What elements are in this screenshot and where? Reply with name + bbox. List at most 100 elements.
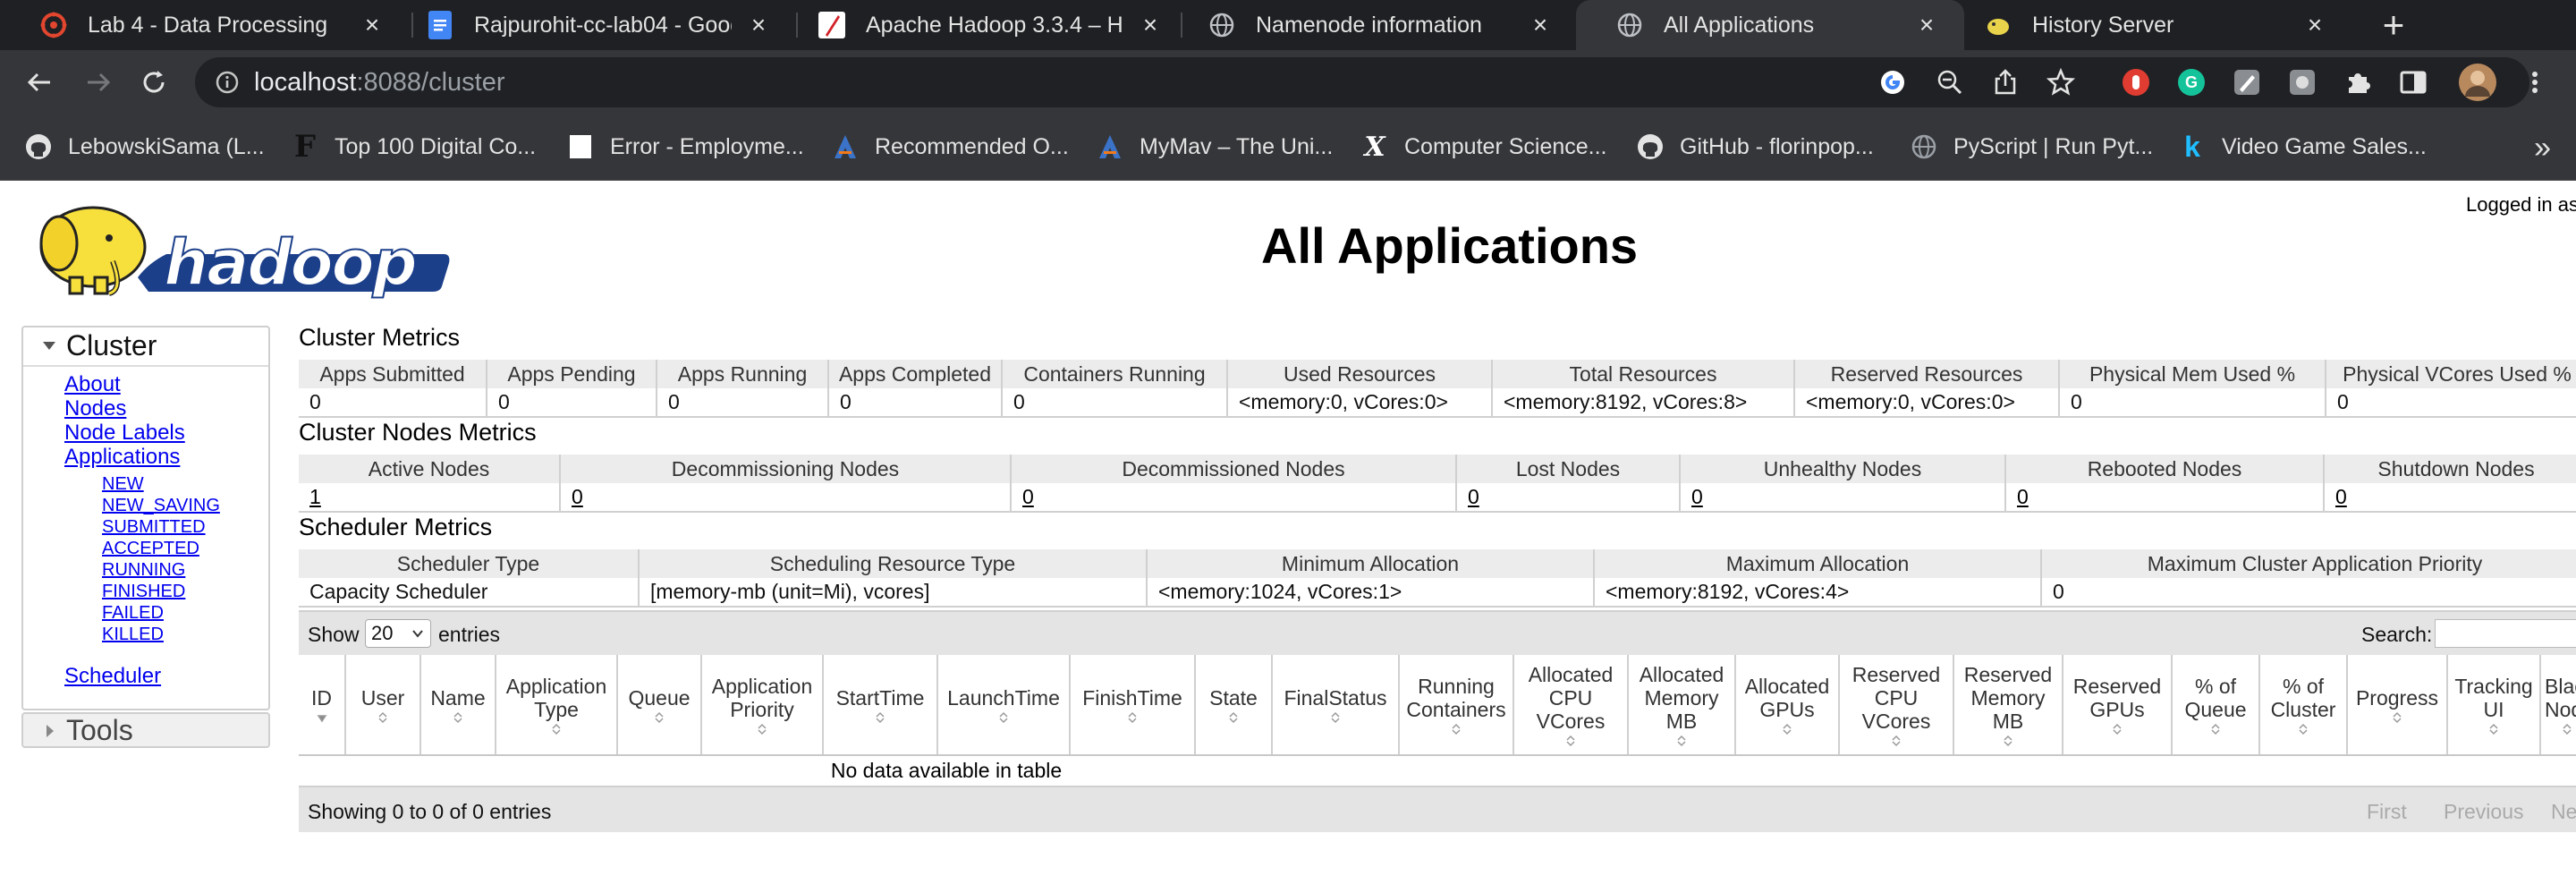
close-icon[interactable]: × [741, 7, 776, 43]
cluster-section-header[interactable]: Cluster [23, 327, 268, 367]
column-header-sortable[interactable]: Allocated Memory MB [1628, 655, 1736, 756]
google-lens-icon[interactable] [1878, 68, 1907, 97]
pager-previous-button[interactable]: Previous [2444, 800, 2523, 824]
column-header-sortable[interactable]: Progress [2347, 655, 2448, 756]
column-header-sortable[interactable]: Running Containers [1399, 655, 1514, 756]
column-header-sortable[interactable]: Application Priority [701, 655, 824, 756]
metric-link[interactable]: 0 [1680, 483, 2006, 513]
app-state-killed[interactable]: KILLED [102, 625, 164, 645]
sidebar-tools[interactable]: Tools [21, 712, 270, 748]
bookmark-item[interactable]: Error - Employme... [567, 131, 804, 163]
new-tab-button[interactable]: + [2374, 4, 2413, 46]
column-header-sortable[interactable]: Allocated GPUs [1735, 655, 1840, 756]
bookmark-item[interactable]: F Top 100 Digital Co... [292, 129, 537, 165]
hadoop-logo[interactable]: hadoop [23, 191, 456, 299]
bookmark-item[interactable]: LebowskiSama (L... [25, 131, 265, 163]
column-header-sortable[interactable]: Application Type [496, 655, 618, 756]
sidebar-link-nodes[interactable]: Nodes [64, 396, 126, 421]
app-state-new-saving[interactable]: NEW_SAVING [102, 496, 220, 516]
apps-table-footer: Showing 0 to 0 of 0 entries First Previo… [299, 786, 2576, 832]
bookmarks-overflow-icon[interactable]: » [2534, 131, 2551, 166]
bookmark-item[interactable]: k Video Game Sales... [2179, 131, 2427, 163]
bookmark-label: Top 100 Digital Co... [335, 133, 537, 159]
table-header-row: ID User Name Application Type Queue Applicati… [299, 655, 2576, 756]
close-icon[interactable]: × [2297, 7, 2333, 43]
apps-table-controls: Show 20 entries Search: [299, 610, 2576, 655]
page-size-select[interactable]: 20 [365, 619, 431, 648]
grammarly-icon[interactable]: G [2175, 66, 2207, 98]
column-header-sortable[interactable]: Reserved GPUs [2063, 655, 2173, 756]
column-header-sortable[interactable]: Tracking UI [2447, 655, 2541, 756]
metric-link[interactable]: 0 [1011, 483, 1457, 513]
bookmark-item[interactable]: Recommended O... [832, 131, 1069, 163]
tab-apache-hadoop[interactable]: Apache Hadoop 3.3.4 – Hadoop × [778, 0, 1188, 50]
bookmark-item[interactable]: MyMav – The Uni... [1097, 131, 1333, 163]
column-header-sortable[interactable]: Name [420, 655, 496, 756]
tab-lab4[interactable]: Lab 4 - Data Processing × [0, 0, 410, 50]
metric-link[interactable]: 0 [560, 483, 1012, 513]
share-icon[interactable] [1991, 68, 2020, 97]
table-header-row: Scheduler Type Scheduling Resource Type Mi… [299, 549, 2576, 578]
pager-next-button[interactable]: Next [2551, 800, 2576, 824]
app-state-submitted[interactable]: SUBMITTED [102, 517, 206, 538]
close-icon[interactable]: × [1522, 7, 1558, 43]
sidebar-link-node-labels[interactable]: Node Labels [64, 421, 185, 446]
column-header-sortable[interactable]: Reserved Memory MB [1953, 655, 2063, 756]
bookmark-item[interactable]: GitHub - florinpop... [1637, 131, 1874, 163]
column-header-sortable[interactable]: Blacklisted Nodes [2540, 655, 2576, 756]
column-header-sortable[interactable]: ID [299, 655, 346, 756]
avatar[interactable] [2458, 63, 2497, 102]
forward-button[interactable] [79, 63, 118, 102]
extension-pen-icon[interactable] [2231, 66, 2263, 98]
sidebar-link-applications[interactable]: Applications [64, 445, 180, 470]
column-header-sortable[interactable]: Allocated CPU VCores [1513, 655, 1629, 756]
tab-history-server[interactable]: History Server × [1964, 0, 2352, 50]
metric-link[interactable]: 0 [2005, 483, 2325, 513]
column-header-sortable[interactable]: User [345, 655, 421, 756]
column-header-sortable[interactable]: Reserved CPU VCores [1839, 655, 1954, 756]
metric-link[interactable]: 0 [2324, 483, 2576, 513]
column-header-sortable[interactable]: FinishTime [1070, 655, 1196, 756]
metric-link[interactable]: 1 [299, 483, 561, 513]
close-icon[interactable]: × [1909, 7, 1945, 43]
pager-first-button[interactable]: First [2367, 800, 2407, 824]
column-header-sortable[interactable]: LaunchTime [937, 655, 1071, 756]
metric-value: 0 [299, 388, 487, 418]
column-header-sortable[interactable]: % of Cluster [2259, 655, 2348, 756]
tab-all-applications[interactable]: All Applications × [1576, 0, 1964, 50]
app-state-running[interactable]: RUNNING [102, 560, 185, 581]
column-header-sortable[interactable]: FinalStatus [1272, 655, 1400, 756]
metric-link[interactable]: 0 [1456, 483, 1681, 513]
column-header-sortable[interactable]: State [1195, 655, 1273, 756]
app-state-new[interactable]: NEW [102, 474, 144, 495]
bookmark-item[interactable]: PyScript | Run Pyt... [1911, 131, 2153, 163]
side-panel-icon[interactable] [2397, 66, 2429, 98]
sidebar-link-about[interactable]: About [64, 372, 121, 397]
zoom-out-icon[interactable] [1936, 68, 1964, 97]
bookmark-star-icon[interactable] [2046, 68, 2075, 97]
sidebar-link-scheduler[interactable]: Scheduler [64, 664, 161, 689]
column-label: FinalStatus [1284, 685, 1387, 710]
column-label: Application Priority [711, 674, 813, 721]
app-state-accepted[interactable]: ACCEPTED [102, 539, 199, 559]
info-icon[interactable] [215, 70, 240, 95]
app-state-failed[interactable]: FAILED [102, 603, 164, 624]
tab-google-docs[interactable]: Rajpurohit-cc-lab04 - Google Docs × [386, 0, 796, 50]
extension-red-icon[interactable] [2120, 66, 2152, 98]
sort-icon [1452, 723, 1461, 735]
menu-kebab-icon[interactable] [2519, 66, 2551, 98]
extensions-puzzle-icon[interactable] [2342, 66, 2374, 98]
close-icon[interactable]: × [354, 7, 390, 43]
column-header-sortable[interactable]: % of Queue [2172, 655, 2260, 756]
extension-gray-icon[interactable] [2286, 66, 2318, 98]
tab-namenode[interactable]: Namenode information × [1168, 0, 1578, 50]
app-state-finished[interactable]: FINISHED [102, 582, 185, 602]
back-button[interactable] [20, 63, 59, 102]
metric-value: 0 [2041, 578, 2576, 608]
bookmark-item[interactable]: X Computer Science... [1361, 131, 1606, 163]
column-header-sortable[interactable]: StartTime [823, 655, 938, 756]
reload-button[interactable] [134, 63, 174, 102]
search-input[interactable] [2435, 619, 2576, 648]
close-icon[interactable]: × [1132, 7, 1168, 43]
column-header-sortable[interactable]: Queue [617, 655, 702, 756]
